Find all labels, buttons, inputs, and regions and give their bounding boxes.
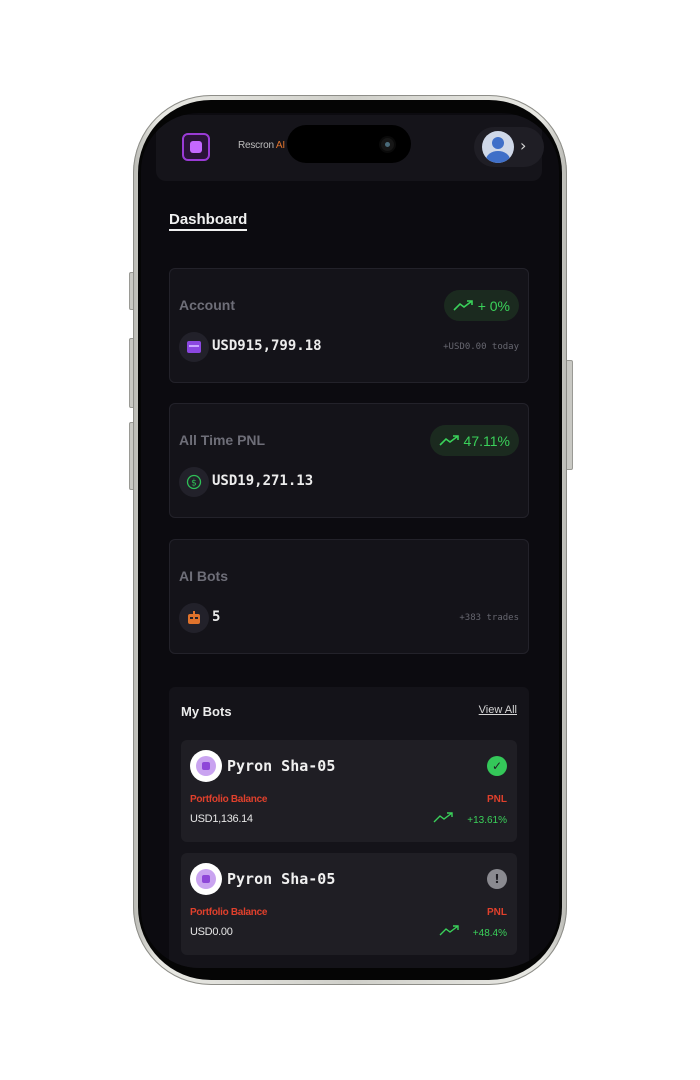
wallet-icon bbox=[179, 332, 209, 362]
bot-name: Pyron Sha-05 bbox=[227, 757, 336, 775]
portfolio-balance-label: Portfolio Balance bbox=[190, 794, 268, 805]
profile-menu-button[interactable]: › bbox=[474, 127, 544, 167]
pnl-value: USD19,271.13 bbox=[212, 473, 314, 489]
check-circle-icon: ✓ bbox=[487, 756, 507, 776]
account-change-badge: + 0% bbox=[443, 290, 519, 321]
ai-bots-trades: +383 trades bbox=[459, 613, 519, 623]
bot-pnl: +48.4% bbox=[439, 923, 507, 939]
dollar-icon: $ bbox=[179, 467, 209, 497]
avatar bbox=[482, 131, 514, 163]
view-all-link[interactable]: View All bbox=[479, 704, 517, 716]
ai-bots-label: AI Bots bbox=[179, 568, 228, 584]
svg-text:$: $ bbox=[191, 479, 197, 489]
pnl-label: All Time PNL bbox=[179, 432, 266, 448]
brand-suffix-text: AI bbox=[275, 140, 285, 151]
bot-pnl-value: +48.4% bbox=[472, 928, 507, 939]
chevron-right-icon: › bbox=[520, 136, 527, 155]
phone-screen: Rescron AI › Dashboard Account + 0% USD9… bbox=[141, 113, 559, 968]
bot-pnl-value: +13.61% bbox=[467, 815, 507, 826]
pnl-label: PNL bbox=[487, 794, 507, 805]
camera-icon bbox=[381, 138, 394, 151]
pnl-change-badge: 47.11% bbox=[429, 425, 519, 456]
trending-up-icon bbox=[439, 923, 465, 939]
bot-avatar bbox=[190, 863, 222, 895]
account-balance: USD915,799.18 bbox=[212, 338, 322, 354]
account-card[interactable]: Account + 0% USD915,799.18 +USD0.00 toda… bbox=[169, 268, 529, 383]
account-label: Account bbox=[179, 297, 235, 313]
power-button bbox=[566, 360, 573, 470]
brand-name[interactable]: Rescron AI bbox=[238, 140, 285, 151]
brand-logo-icon[interactable] bbox=[182, 133, 210, 161]
bot-card[interactable]: Pyron Sha-05 ! Portfolio Balance PNL USD… bbox=[181, 853, 517, 955]
ai-bots-card[interactable]: AI Bots 5 +383 trades bbox=[169, 539, 529, 654]
bot-pnl: +13.61% bbox=[433, 810, 507, 826]
pnl-change-value: 47.11% bbox=[463, 432, 510, 449]
bot-name: Pyron Sha-05 bbox=[227, 870, 336, 888]
bot-balance: USD0.00 bbox=[190, 926, 233, 938]
account-change-value: + 0% bbox=[477, 297, 510, 314]
portfolio-balance-label: Portfolio Balance bbox=[190, 907, 268, 918]
robot-icon bbox=[179, 603, 209, 633]
pnl-card[interactable]: All Time PNL 47.11% $ USD19,271.13 bbox=[169, 403, 529, 518]
ai-bots-count: 5 bbox=[212, 609, 221, 625]
page-title: Dashboard bbox=[169, 211, 248, 231]
trending-up-icon bbox=[453, 298, 475, 314]
bot-avatar bbox=[190, 750, 222, 782]
bot-card[interactable]: Pyron Sha-05 ✓ Portfolio Balance PNL USD… bbox=[181, 740, 517, 842]
brand-name-text: Rescron bbox=[238, 140, 274, 151]
my-bots-panel: My Bots View All Pyron Sha-05 ✓ Portfoli… bbox=[169, 687, 529, 968]
bot-logo-icon bbox=[196, 756, 216, 776]
bot-balance: USD1,136.14 bbox=[190, 813, 253, 825]
trending-up-icon bbox=[438, 433, 461, 449]
bot-logo-icon bbox=[196, 869, 216, 889]
info-circle-icon: ! bbox=[487, 869, 507, 889]
my-bots-title: My Bots bbox=[181, 704, 232, 719]
account-today-change: +USD0.00 today bbox=[443, 342, 519, 352]
trending-up-icon bbox=[433, 810, 459, 826]
pnl-label: PNL bbox=[487, 907, 507, 918]
